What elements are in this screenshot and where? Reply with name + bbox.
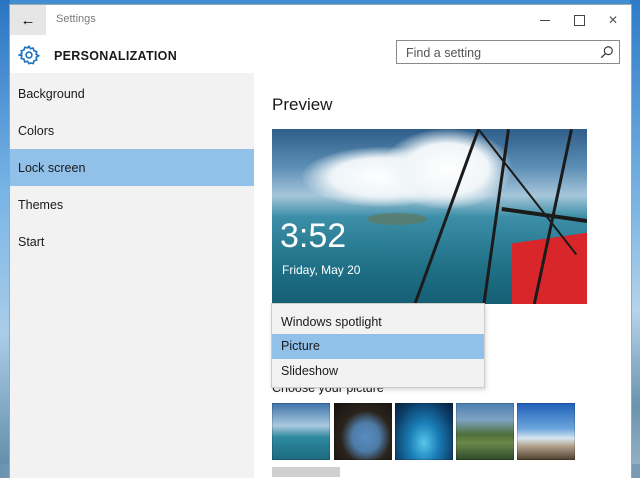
sidebar-item-label: Colors — [18, 124, 55, 138]
lock-screen-preview: 3:52 Friday, May 20 — [272, 129, 587, 304]
minimize-icon — [540, 19, 550, 21]
page-title: PERSONALIZATION — [54, 49, 178, 63]
preview-plane-strut — [501, 207, 587, 224]
maximize-icon — [573, 14, 585, 26]
sidebar-item-colors[interactable]: Colors — [10, 112, 254, 149]
preview-cloud — [382, 129, 512, 209]
search-box[interactable] — [396, 40, 620, 64]
dropdown-option-slideshow[interactable]: Slideshow — [272, 359, 484, 384]
search-icon[interactable] — [600, 45, 614, 59]
picture-thumbnail-4[interactable] — [456, 403, 514, 460]
title-bar: ← Settings ✕ — [10, 5, 631, 35]
picture-thumbnail-3[interactable] — [395, 403, 453, 460]
preview-island — [367, 213, 427, 225]
close-button[interactable]: ✕ — [596, 5, 630, 35]
close-icon: ✕ — [607, 13, 619, 27]
main-content: Preview 3:52 Friday, May 20 Choose your … — [254, 73, 631, 478]
dropdown-option-picture[interactable]: Picture — [272, 334, 484, 359]
sidebar-item-label: Lock screen — [18, 161, 86, 175]
picture-thumbnail-5[interactable] — [517, 403, 575, 460]
sidebar-item-start[interactable]: Start — [10, 223, 254, 260]
picture-thumbnail-2[interactable] — [334, 403, 392, 460]
lock-screen-date: Friday, May 20 — [282, 263, 361, 277]
settings-window: ← Settings ✕ PERSONALIZATION Find a sett… — [10, 5, 631, 478]
sidebar-item-lock-screen[interactable]: Lock screen — [10, 149, 254, 186]
browse-button[interactable] — [272, 467, 340, 477]
dropdown-option-label: Slideshow — [281, 364, 338, 378]
desktop-background-right — [630, 0, 640, 478]
desktop-background-left — [0, 0, 10, 478]
sidebar-item-label: Background — [18, 87, 85, 101]
sidebar-nav: Background Colors Lock screen Themes Sta… — [10, 73, 254, 478]
gear-icon — [18, 44, 40, 65]
maximize-button[interactable] — [562, 5, 596, 35]
back-arrow-icon: ← — [20, 11, 36, 29]
lock-screen-time: 3:52 — [280, 217, 347, 255]
sidebar-item-background[interactable]: Background — [10, 75, 254, 112]
minimize-button[interactable] — [528, 5, 562, 35]
back-button[interactable]: ← — [10, 5, 46, 35]
search-input[interactable] — [404, 42, 598, 64]
dropdown-option-label: Picture — [281, 339, 320, 353]
page-header: PERSONALIZATION — [10, 35, 631, 73]
dropdown-option-label: Windows spotlight — [281, 315, 382, 329]
picture-thumbnail-1[interactable] — [272, 403, 330, 460]
sidebar-item-label: Themes — [18, 198, 64, 212]
sidebar-item-label: Start — [18, 235, 45, 249]
dropdown-option-windows-spotlight[interactable]: Windows spotlight — [272, 310, 484, 335]
preview-plane-wing — [512, 230, 587, 304]
window-title: Settings — [56, 13, 96, 25]
sidebar-item-themes[interactable]: Themes — [10, 186, 254, 223]
preview-heading: Preview — [272, 95, 333, 114]
background-dropdown-menu[interactable]: Windows spotlight Picture Slideshow — [271, 303, 485, 388]
